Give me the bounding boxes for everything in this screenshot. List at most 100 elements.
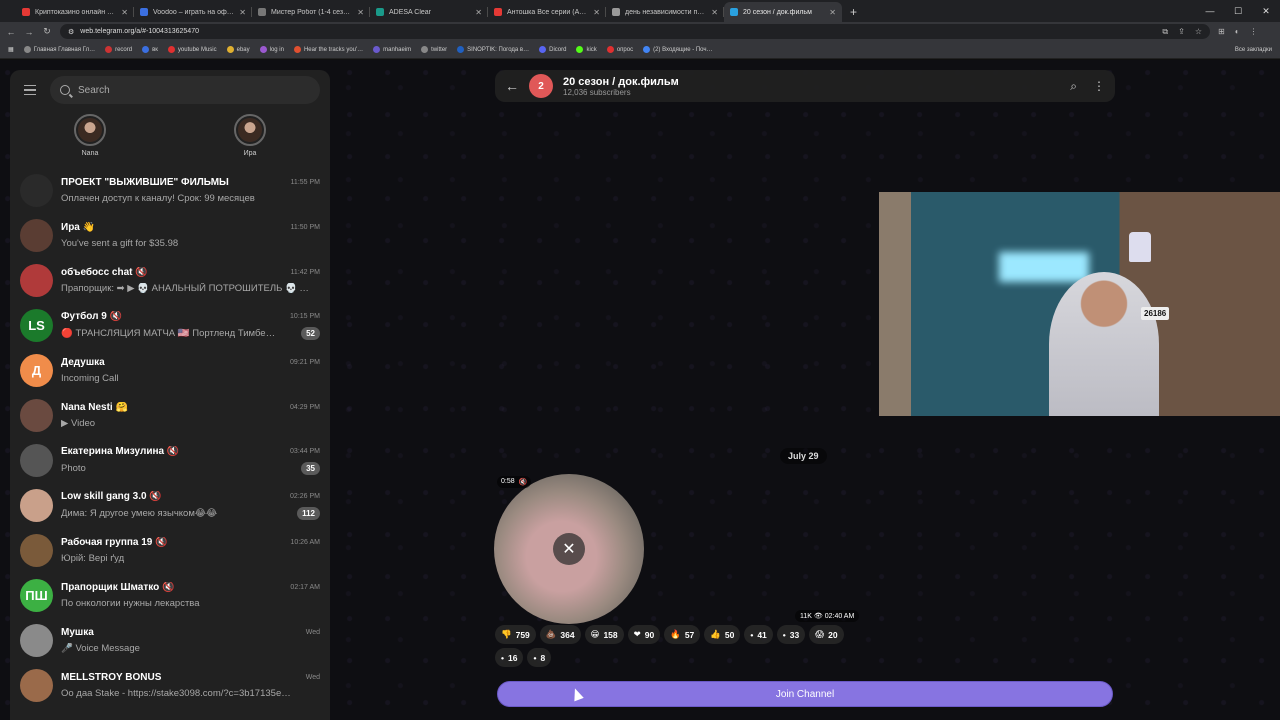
chat-row-top: MELLSTROY BONUS Wed (61, 672, 320, 683)
chat-preview: You've sent a gift for $35.98 (61, 238, 179, 249)
muted-speaker-icon[interactable]: 🔇 (519, 478, 528, 486)
bookmark-item[interactable]: Главная Главная Гл… (23, 46, 95, 53)
reaction-chip[interactable]: 🔥 57 (664, 625, 701, 644)
search-input[interactable]: Search (50, 76, 320, 104)
chat-name: Рабочая группа 19 🔇 (61, 537, 168, 548)
bookmark-item[interactable]: manhaeim (373, 46, 411, 53)
tab-close-icon[interactable]: ✕ (711, 8, 718, 17)
all-bookmarks-link[interactable]: Все закладки (1235, 47, 1272, 53)
reaction-chip[interactable]: 👎 759 (495, 625, 536, 644)
reaction-chip[interactable]: • 16 (495, 648, 524, 667)
chat-name: Прапорщик Шматко 🔇 (61, 582, 175, 593)
chat-list-item[interactable]: Low skill gang 3.0 🔇 02:26 PM Дима: Я др… (10, 483, 330, 528)
hamburger-menu-icon[interactable] (20, 80, 40, 100)
story-item[interactable]: Ира (210, 114, 290, 168)
chat-list: ПРОЕКТ "ВЫЖИВШИЕ" ФИЛЬМЫ 11:55 PM Оплаче… (10, 168, 330, 708)
bookmark-label: twitter (431, 46, 448, 53)
chat-list-item[interactable]: Екатерина Мизулина 🔇 03:44 PM Photo 35 (10, 438, 330, 483)
bookmark-star-icon[interactable]: ☆ (1195, 27, 1202, 37)
tab-close-icon[interactable]: ✕ (475, 8, 482, 17)
channel-avatar[interactable]: 2 (529, 74, 553, 98)
bookmark-item[interactable]: youtube Music (167, 46, 217, 53)
eye-icon: 👁 (813, 613, 823, 620)
chat-list-item[interactable]: Ира 👋 11:50 PM You've sent a gift for $3… (10, 213, 330, 258)
back-nav-icon[interactable]: ← (6, 27, 16, 37)
bookmark-item[interactable]: twitter (421, 46, 447, 53)
story-name: Nana (81, 150, 99, 157)
extensions-icon[interactable]: ⊞ (1218, 27, 1225, 36)
browser-tab[interactable]: Мистер Робот (1-4 сезон) смотр… ✕ (252, 2, 370, 22)
browser-tab[interactable]: ADESA Clear ✕ (370, 2, 488, 22)
chat-list-item[interactable]: Мушка Wed 🎤 Voice Message (10, 618, 330, 663)
forward-nav-icon[interactable]: → (24, 27, 34, 37)
browser-tab[interactable]: день независимости пакистан… ✕ (606, 2, 724, 22)
chat-list-item[interactable]: Nana Nesti 🤗 04:29 PM ▶ Video (10, 393, 330, 438)
bookmark-item[interactable]: вк (142, 46, 158, 53)
webcam-lamp (1129, 232, 1151, 262)
chat-list-item[interactable]: ПШ Прапорщик Шматко 🔇 02:17 AM По онколо… (10, 573, 330, 618)
bookmark-item[interactable]: record (105, 46, 132, 53)
story-item[interactable]: Nana (50, 114, 130, 168)
reaction-chip[interactable]: 💩 364 (539, 625, 581, 644)
reload-icon[interactable]: ↻ (42, 26, 52, 37)
minimize-icon[interactable]: — (1196, 0, 1224, 22)
apps-icon[interactable]: ▦ (8, 46, 14, 53)
reaction-chip[interactable]: 👍 50 (704, 625, 741, 644)
browser-tab[interactable]: 20 сезон / док.фильм ✕ (724, 2, 842, 22)
chat-list-item[interactable]: LS Футбол 9 🔇 10:15 PM 🔴 ТРАНСЛЯЦИЯ МАТЧ… (10, 303, 330, 348)
browser-tab[interactable]: Voodoo – играть на официальн… ✕ (134, 2, 252, 22)
back-arrow-icon[interactable]: ← (505, 78, 519, 94)
reaction-chip[interactable]: 😱 20 (809, 625, 844, 644)
chat-time: 10:15 PM (290, 313, 320, 320)
chat-time: Wed (305, 629, 320, 636)
maximize-icon[interactable]: ☐ (1224, 0, 1252, 22)
close-window-icon[interactable]: ✕ (1252, 0, 1280, 22)
chat-list-item[interactable]: Рабочая группа 19 🔇 10:26 AM Юрій: Вері … (10, 528, 330, 573)
bookmark-item[interactable]: опрос (606, 46, 633, 53)
reaction-chip[interactable]: • 33 (776, 625, 806, 644)
browser-tab[interactable]: Антошка Все серии (Antoshka) ✕ (488, 2, 606, 22)
tab-close-icon[interactable]: ✕ (239, 8, 246, 17)
reaction-chip[interactable]: 😁 158 (584, 625, 624, 644)
install-icon[interactable]: ⧉ (1162, 27, 1168, 37)
chat-list-item[interactable]: MELLSTROY BONUS Wed Оо даа Stake - https… (10, 663, 330, 708)
new-tab-button[interactable]: + (850, 2, 857, 22)
profile-icon[interactable]: ◐ (1235, 27, 1240, 36)
browser-menu-icon[interactable]: ⋮ (1250, 27, 1258, 36)
more-options-icon[interactable]: ⋮ (1093, 79, 1105, 94)
chat-list-item[interactable]: Д Дедушка 09:21 PM Incoming Call (10, 348, 330, 393)
tab-close-icon[interactable]: ✕ (121, 8, 128, 17)
chat-preview: ▶ Video (61, 418, 96, 429)
bookmark-item[interactable]: kick (576, 46, 597, 53)
site-info-icon[interactable]: ⚙ (68, 28, 74, 36)
reaction-emoji-icon: 👍 (710, 629, 721, 639)
address-bar[interactable]: ⚙ web.telegram.org/a/#-1004313625470 ⧉ ⇪… (60, 24, 1210, 39)
tab-close-icon[interactable]: ✕ (357, 8, 364, 17)
reaction-chip[interactable]: ❤ 90 (627, 625, 661, 644)
bookmark-item[interactable]: SINOPTIK: Погода в… (457, 46, 529, 53)
chat-row-bottom: Дима: Я другое умею язычком😂😂 112 (61, 507, 320, 520)
tab-close-icon[interactable]: ✕ (593, 8, 600, 17)
reaction-emoji-icon: • (750, 629, 754, 640)
reaction-count: 90 (644, 629, 655, 640)
bookmark-item[interactable]: ebay (226, 46, 250, 53)
channel-header[interactable]: ← 2 20 сезон / док.фильм 12,036 subscrib… (495, 70, 1115, 102)
reaction-chip[interactable]: • 41 (744, 625, 773, 644)
chat-time: 11:55 PM (290, 179, 320, 186)
chat-list-item[interactable]: объебосс chat 🔇 11:42 PM Прапорщик: ➡ ▶ … (10, 258, 330, 303)
bookmark-item[interactable]: Dicord (539, 46, 566, 53)
chat-list-item[interactable]: ПРОЕКТ "ВЫЖИВШИЕ" ФИЛЬМЫ 11:55 PM Оплаче… (10, 168, 330, 213)
bookmark-item[interactable]: Hear the tracks you'… (293, 46, 364, 53)
browser-tab[interactable]: Криптоказино онлайн VAVADA ✕ (16, 2, 134, 22)
join-channel-button[interactable]: Join Channel (497, 681, 1113, 707)
bookmark-item[interactable]: (2) Входящие - Поч… (643, 46, 713, 53)
close-video-icon[interactable]: ✕ (553, 533, 585, 565)
tab-close-icon[interactable]: ✕ (829, 8, 836, 17)
bookmark-label: Hear the tracks you'… (303, 46, 364, 53)
channel-info[interactable]: 20 сезон / док.фильм 12,036 subscribers (563, 76, 679, 97)
reaction-chip[interactable]: • 8 (527, 648, 552, 667)
share-icon[interactable]: ⇪ (1178, 27, 1185, 37)
channel-search-icon[interactable]: ⌕ (1070, 79, 1077, 94)
bookmark-item[interactable]: log in (259, 46, 284, 53)
reaction-emoji-icon: 👎 (501, 629, 512, 639)
